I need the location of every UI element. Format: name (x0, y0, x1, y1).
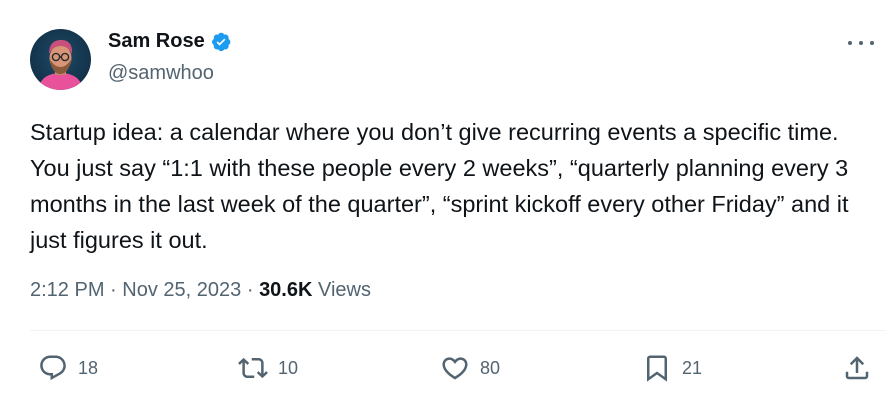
retweet-button[interactable]: 10 (238, 352, 298, 384)
tweet-meta: 2:12 PM · Nov 25, 2023 · 30.6K Views (30, 279, 371, 302)
author-handle[interactable]: @samwhoo (108, 62, 214, 85)
retweet-icon (238, 357, 268, 379)
tweet-card: Sam Rose @samwhoo Startup idea: a calend… (0, 0, 886, 406)
share-button[interactable] (842, 352, 872, 384)
avatar-image (38, 40, 83, 90)
reply-icon (40, 355, 66, 381)
share-icon (845, 356, 869, 380)
views-label: Views (318, 279, 371, 301)
tweet-date[interactable]: Nov 25, 2023 (122, 279, 241, 301)
bookmark-count: 21 (682, 357, 703, 378)
reply-button[interactable]: 18 (38, 352, 98, 384)
avatar[interactable] (30, 29, 91, 90)
bookmark-button[interactable]: 21 (642, 352, 702, 384)
reply-count: 18 (78, 357, 99, 378)
views-count: 30.6K (259, 279, 313, 301)
retweet-count: 10 (278, 357, 299, 378)
bookmark-icon (647, 355, 667, 382)
heart-icon (442, 357, 468, 380)
author-name-row: Sam Rose (108, 30, 232, 53)
meta-separator: · (110, 279, 117, 301)
like-button[interactable]: 80 (440, 352, 500, 384)
more-options-icon[interactable] (848, 36, 874, 50)
author-display-name[interactable]: Sam Rose (108, 30, 205, 53)
divider (30, 330, 886, 331)
meta-separator: · (246, 279, 254, 301)
like-count: 80 (480, 357, 501, 378)
tweet-time[interactable]: 2:12 PM (30, 279, 104, 301)
verified-badge-icon[interactable] (210, 31, 232, 53)
tweet-text: Startup idea: a calendar where you don’t… (30, 119, 849, 253)
